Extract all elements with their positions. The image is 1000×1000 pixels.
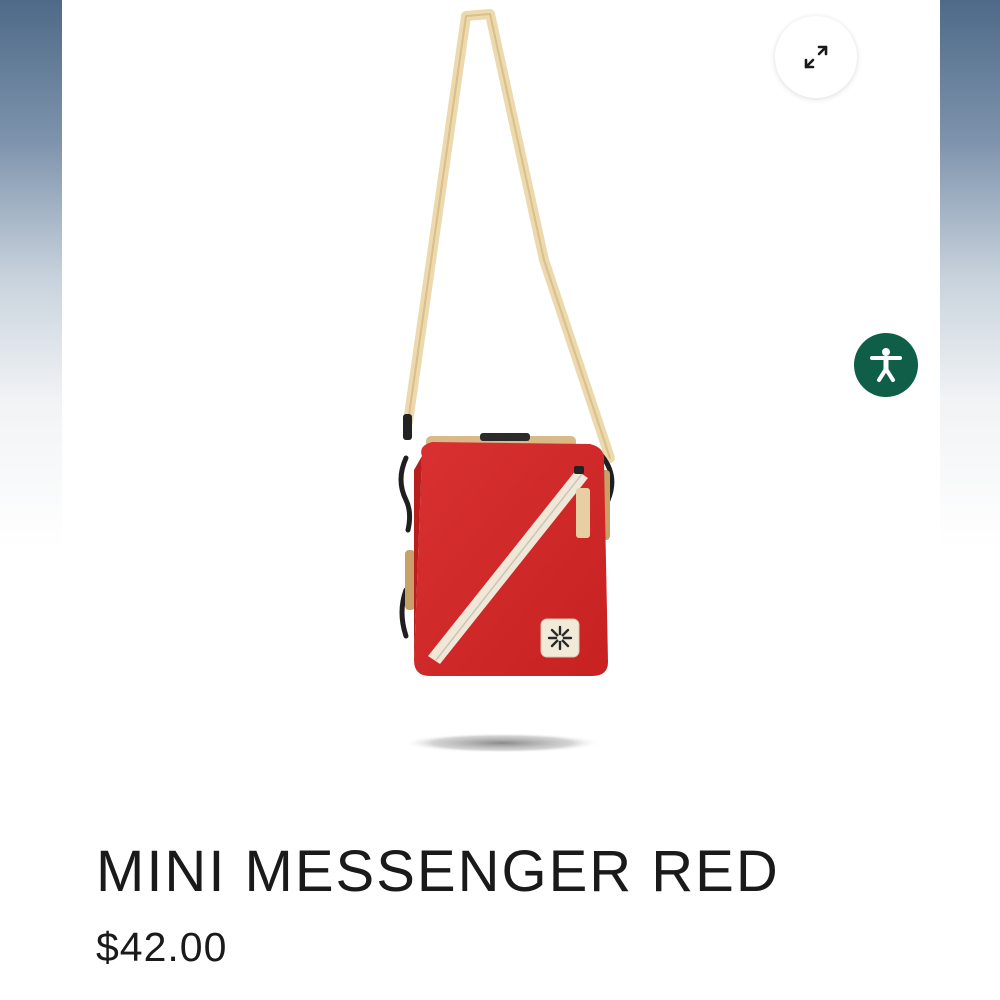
product-image (398, 9, 615, 753)
accessibility-person-icon (870, 348, 902, 382)
expand-arrows-icon (804, 45, 828, 69)
background-left-edge (0, 0, 62, 1000)
shoulder-strap (403, 9, 615, 463)
expand-image-button[interactable] (775, 16, 857, 98)
product-price: $42.00 (96, 924, 228, 970)
bag-shadow (402, 733, 602, 753)
background-right-edge (940, 0, 1000, 1000)
accessibility-button[interactable] (854, 333, 918, 397)
product-title: MINI MESSENGER RED (96, 839, 780, 904)
product-card: MINI MESSENGER RED $42.00 (62, 0, 940, 1000)
